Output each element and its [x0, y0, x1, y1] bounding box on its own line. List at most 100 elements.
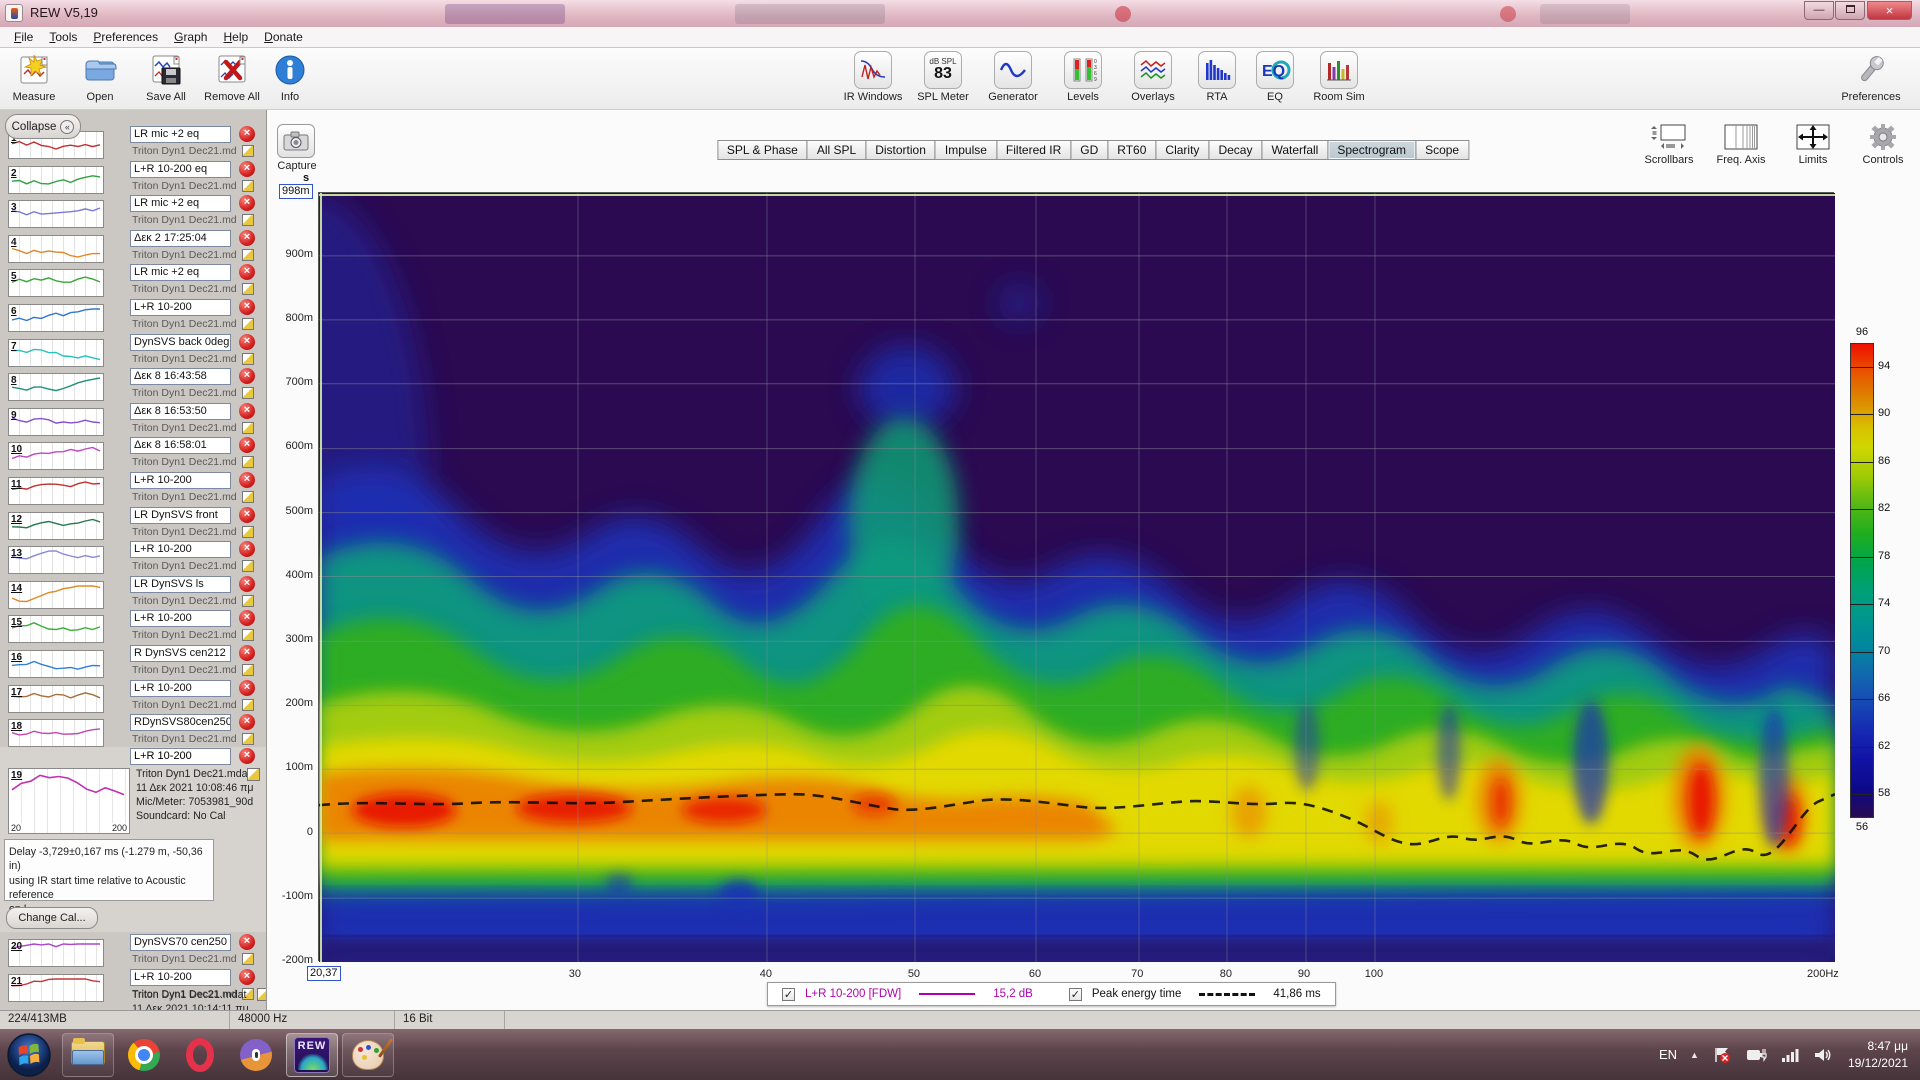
edit-notes-icon[interactable]	[242, 629, 254, 642]
edit-notes-icon[interactable]	[242, 490, 254, 503]
delete-measurement-button[interactable]: ×	[239, 679, 255, 696]
edit-notes-icon[interactable]	[242, 733, 254, 746]
measurement-name-field[interactable]: RDynSVS80cen250	[130, 714, 231, 732]
tab-waterfall[interactable]: Waterfall	[1261, 140, 1329, 160]
edit-notes-icon[interactable]	[242, 663, 254, 676]
measurement-name-field[interactable]: Δεκ 8 16:58:01	[130, 437, 231, 455]
measurement-thumbnail[interactable]: 10	[8, 442, 104, 471]
edit-notes-icon[interactable]	[242, 525, 254, 538]
volume-icon[interactable]	[1813, 1046, 1835, 1064]
measurement-thumbnail[interactable]: 14	[8, 580, 104, 609]
measurement-name-field[interactable]: LR DynSVS ls	[130, 575, 231, 593]
measurement-name-field[interactable]: L+R 10-200	[130, 968, 231, 986]
cursor-time-readout[interactable]: 998m	[279, 184, 313, 199]
menu-tools[interactable]: Tools	[41, 28, 85, 46]
spl-meter-button[interactable]: dB SPL 83 SPL Meter	[915, 51, 971, 103]
measurement-thumbnail[interactable]: 18	[8, 719, 104, 748]
clock[interactable]: 8:47 μμ 19/12/2021	[1848, 1038, 1908, 1070]
edit-notes-icon[interactable]	[242, 145, 254, 157]
taskbar-paint-button[interactable]	[342, 1032, 394, 1077]
language-indicator[interactable]: EN	[1659, 1047, 1677, 1062]
delete-measurement-button[interactable]: ×	[239, 968, 255, 985]
measurement-thumbnail[interactable]: 21	[8, 973, 104, 1002]
measurement-thumbnail[interactable]: 5	[8, 269, 104, 298]
measurement-thumbnail[interactable]: 8	[8, 373, 104, 402]
limits-button[interactable]: Limits	[1784, 122, 1842, 166]
delete-measurement-button[interactable]: ×	[239, 575, 255, 592]
delete-measurement-button[interactable]: ×	[239, 748, 255, 764]
measurement-thumbnail[interactable]: 9	[8, 407, 104, 436]
action-center-icon[interactable]	[1712, 1046, 1732, 1064]
measurement-name-field[interactable]: LR mic +2 eq	[130, 126, 231, 143]
measurement-name-field[interactable]: LR mic +2 eq	[130, 195, 231, 213]
delete-measurement-button[interactable]: ×	[239, 714, 255, 731]
measurement-name-field[interactable]: LR mic +2 eq	[130, 264, 231, 282]
delete-measurement-button[interactable]: ×	[239, 610, 255, 627]
room-sim-button[interactable]: Room Sim	[1311, 51, 1367, 103]
delete-measurement-button[interactable]: ×	[239, 506, 255, 523]
tab-decay[interactable]: Decay	[1208, 140, 1263, 160]
measurement-name-field[interactable]: L+R 10-200	[130, 679, 231, 697]
measurement-name-field[interactable]: R DynSVS cen212	[130, 644, 231, 662]
close-button[interactable]: ×	[1867, 1, 1912, 20]
remove-all-button[interactable]: Remove All	[204, 51, 260, 103]
tab-impulse[interactable]: Impulse	[934, 140, 997, 160]
edit-notes-icon[interactable]	[242, 352, 254, 365]
tab-spectrogram[interactable]: Spectrogram	[1327, 140, 1417, 160]
delete-measurement-button[interactable]: ×	[239, 195, 255, 212]
info-button[interactable]: Info	[270, 51, 310, 103]
measurement-thumbnail[interactable]: 3	[8, 200, 104, 229]
edit-notes-icon[interactable]	[242, 456, 254, 469]
series1-checkbox[interactable]: ✓	[782, 987, 795, 1001]
taskbar-explorer-button[interactable]	[62, 1032, 114, 1077]
measurement-name-field[interactable]: L+R 10-200	[130, 748, 231, 765]
measurement-thumbnail[interactable]: 2	[8, 165, 104, 194]
measurement-thumbnail[interactable]: 6	[8, 303, 104, 332]
edit-notes-icon[interactable]	[242, 594, 254, 607]
taskbar-browser-button[interactable]	[230, 1033, 282, 1077]
measurement-name-field[interactable]: L+R 10-200	[130, 471, 231, 489]
open-button[interactable]: Open	[72, 51, 128, 103]
network-icon[interactable]	[1780, 1046, 1800, 1064]
selected-measurement-block[interactable]: L+R 10-200 × 19 20 200 Triton Dyn1 Dec21…	[0, 747, 266, 932]
collapse-button[interactable]: Collapse «	[5, 114, 81, 139]
edit-notes-icon[interactable]	[257, 988, 266, 1001]
menu-graph[interactable]: Graph	[166, 28, 215, 46]
menu-file[interactable]: File	[6, 28, 41, 46]
measurement-thumbnail[interactable]: 17	[8, 684, 104, 713]
measurement-name-field[interactable]: L+R 10-200	[130, 298, 231, 316]
menu-preferences[interactable]: Preferences	[85, 28, 166, 46]
measurement-name-field[interactable]: Δεκ 8 16:43:58	[130, 368, 231, 386]
delete-measurement-button[interactable]: ×	[239, 126, 255, 142]
delete-measurement-button[interactable]: ×	[239, 644, 255, 661]
measurement-name-field[interactable]: L+R 10-200 eq	[130, 160, 231, 178]
capture-button[interactable]	[277, 124, 315, 158]
controls-button[interactable]: Controls	[1856, 122, 1910, 166]
delete-measurement-button[interactable]: ×	[239, 437, 255, 454]
tab-filtered-ir[interactable]: Filtered IR	[995, 140, 1072, 160]
levels-button[interactable]: 0369 Levels	[1055, 51, 1111, 103]
measurement-thumbnail[interactable]: 13	[8, 546, 104, 575]
ir-windows-button[interactable]: IR Windows	[844, 51, 902, 103]
delete-measurement-button[interactable]: ×	[239, 541, 255, 558]
maximize-button[interactable]	[1835, 1, 1865, 20]
eq-button[interactable]: EQ EQ	[1253, 51, 1297, 103]
edit-notes-icon[interactable]	[242, 248, 254, 261]
edit-notes-icon[interactable]	[242, 953, 254, 965]
taskbar-chrome-button[interactable]	[118, 1033, 170, 1077]
measurement-name-field[interactable]: Δεκ 8 16:53:50	[130, 402, 231, 420]
preferences-button[interactable]: Preferences	[1836, 51, 1906, 103]
measurement-name-field[interactable]: L+R 10-200	[130, 610, 231, 628]
tab-spl-phase[interactable]: SPL & Phase	[716, 140, 808, 160]
edit-notes-icon[interactable]	[242, 560, 254, 573]
edit-notes-icon[interactable]	[242, 283, 254, 296]
rta-button[interactable]: RTA	[1195, 51, 1239, 103]
measurement-thumbnail[interactable]: 20	[8, 939, 104, 967]
delete-measurement-button[interactable]: ×	[239, 229, 255, 246]
tab-scope[interactable]: Scope	[1415, 140, 1470, 160]
measurement-thumbnail[interactable]: 12	[8, 511, 104, 540]
hidden-icons-button[interactable]: ▲	[1690, 1050, 1699, 1060]
tab-rt60[interactable]: RT60	[1107, 140, 1157, 160]
measurement-thumbnail[interactable]: 19 20 200	[8, 768, 130, 834]
measurement-name-field[interactable]: DynSVS70 cen250	[130, 934, 231, 951]
